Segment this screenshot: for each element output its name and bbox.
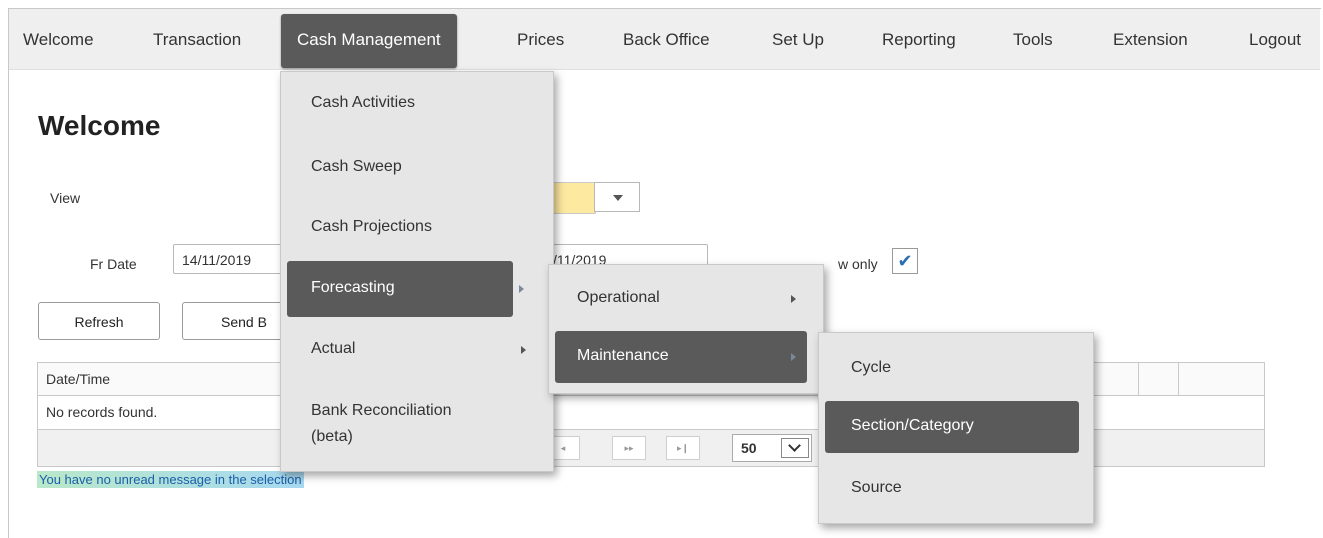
grid-header-datetime[interactable]: Date/Time bbox=[46, 371, 110, 387]
view-label: View bbox=[50, 190, 81, 206]
top-navigation: Welcome Transaction Cash Management Pric… bbox=[9, 9, 1320, 70]
chevron-right-icon bbox=[791, 353, 796, 361]
nav-welcome[interactable]: Welcome bbox=[23, 9, 94, 69]
nav-transaction[interactable]: Transaction bbox=[153, 9, 241, 69]
empty-text: No records found. bbox=[46, 404, 158, 420]
checkmark-icon: ✔ bbox=[897, 251, 913, 271]
view-new-only-checkbox[interactable]: ✔ bbox=[892, 248, 918, 274]
fr-date-input[interactable]: 14/11/2019 bbox=[173, 244, 283, 274]
menu-item-section-category[interactable]: Section/Category bbox=[825, 401, 1079, 453]
fr-date-label: Fr Date bbox=[90, 256, 137, 272]
next-page-button[interactable]: ▸▸ bbox=[612, 436, 646, 460]
chevron-right-icon bbox=[791, 295, 796, 303]
view-new-only-label: w only bbox=[838, 256, 878, 272]
chevron-right-icon bbox=[521, 346, 526, 354]
nav-tools[interactable]: Tools bbox=[1013, 9, 1053, 69]
nav-set-up[interactable]: Set Up bbox=[772, 9, 824, 69]
view-select[interactable] bbox=[548, 182, 596, 214]
nav-cash-management[interactable]: Cash Management bbox=[281, 14, 457, 68]
refresh-button[interactable]: Refresh bbox=[38, 302, 160, 340]
forecasting-submenu: Operational Maintenance bbox=[548, 264, 824, 394]
last-page-button[interactable]: ▸❙ bbox=[666, 436, 700, 460]
maintenance-submenu: Cycle Section/Category Source bbox=[818, 332, 1094, 524]
nav-prices[interactable]: Prices bbox=[517, 9, 564, 69]
send-button[interactable]: Send B bbox=[182, 302, 292, 340]
grid-col-divider bbox=[1178, 363, 1179, 395]
grid-col-divider bbox=[1138, 363, 1139, 395]
chevron-right-icon bbox=[519, 285, 524, 293]
chevron-down-icon[interactable] bbox=[781, 438, 809, 458]
nav-back-office[interactable]: Back Office bbox=[623, 9, 710, 69]
nav-reporting[interactable]: Reporting bbox=[882, 9, 956, 69]
nav-extension[interactable]: Extension bbox=[1113, 9, 1188, 69]
page-size-value: 50 bbox=[741, 440, 757, 456]
chevron-down-icon[interactable] bbox=[594, 182, 640, 212]
nav-logout[interactable]: Logout bbox=[1249, 9, 1301, 69]
page-title: Welcome bbox=[38, 110, 161, 141]
menu-item-forecasting[interactable]: Forecasting bbox=[287, 261, 524, 317]
unread-message: You have no unread message in the select… bbox=[37, 471, 304, 488]
cash-management-menu: Cash Activities Cash Sweep Cash Projecti… bbox=[280, 71, 554, 472]
menu-item-maintenance[interactable]: Maintenance bbox=[555, 331, 807, 383]
page-size-select[interactable]: 50 bbox=[732, 434, 812, 462]
